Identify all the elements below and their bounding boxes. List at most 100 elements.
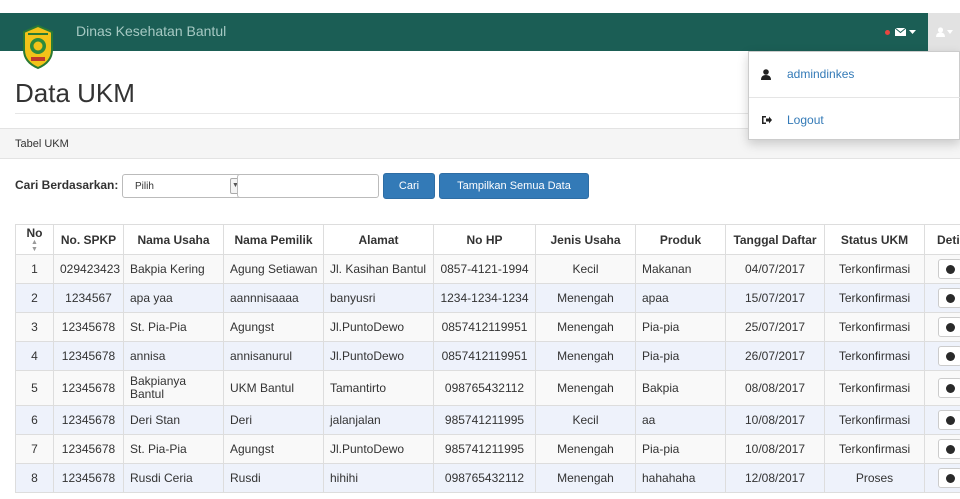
cell-no: 1: [15, 254, 54, 284]
table-row: 6 12345678 Deri Stan Deri jalanjalan 985…: [15, 405, 960, 435]
cell-no: 4: [15, 341, 54, 371]
cell-spkp: 029423423: [53, 254, 124, 284]
cell-tanggal-daftar: 15/07/2017: [725, 283, 825, 313]
column-header-no-hp[interactable]: No HP: [433, 224, 536, 255]
cell-alamat: Jl.PuntoDewo: [323, 312, 434, 342]
detail-button[interactable]: [938, 468, 960, 488]
cell-tanggal-daftar: 25/07/2017: [725, 312, 825, 342]
cell-nama-pemilik: Rusdi: [223, 463, 324, 493]
cell-alamat: jalanjalan: [323, 405, 434, 435]
show-all-button[interactable]: Tampilkan Semua Data: [439, 173, 589, 199]
search-button[interactable]: Cari: [383, 173, 435, 199]
detail-button[interactable]: [938, 317, 960, 337]
cell-produk: Pia-pia: [635, 434, 726, 464]
eye-icon: [946, 294, 955, 303]
cell-produk: aa: [635, 405, 726, 435]
sign-out-icon: [761, 116, 772, 124]
dropdown-item-profile[interactable]: admindinkes: [749, 54, 960, 94]
sort-icon: ▲ ▼: [31, 238, 38, 253]
cell-alamat: Jl. Kasihan Bantul: [323, 254, 434, 284]
user-icon: [761, 68, 771, 80]
column-header-produk[interactable]: Produk: [635, 224, 726, 255]
notification-dot: [884, 29, 890, 35]
cell-spkp: 12345678: [53, 434, 124, 464]
caret-down-icon: [908, 30, 916, 34]
cell-detil: [924, 405, 960, 435]
column-header-jenis-usaha[interactable]: Jenis Usaha: [535, 224, 636, 255]
cell-nama-usaha: Deri Stan: [123, 405, 224, 435]
bantul-logo: [23, 24, 53, 70]
cell-no: 2: [15, 283, 54, 313]
cell-no-hp: 985741211995: [433, 434, 536, 464]
cell-jenis-usaha: Menengah: [535, 283, 636, 313]
cell-no: 7: [15, 434, 54, 464]
column-header-spkp[interactable]: No. SPKP: [53, 224, 124, 255]
eye-icon: [946, 323, 955, 332]
cell-jenis-usaha: Menengah: [535, 341, 636, 371]
cell-detil: [924, 434, 960, 464]
cell-detil: [924, 254, 960, 284]
detail-button[interactable]: [938, 259, 960, 279]
column-header-status-ukm[interactable]: Status UKM: [824, 224, 925, 255]
dropdown-item-logout[interactable]: Logout: [749, 100, 960, 140]
cell-tanggal-daftar: 04/07/2017: [725, 254, 825, 284]
column-header-no[interactable]: No ▲ ▼: [15, 224, 54, 255]
cell-status-ukm: Terkonfirmasi: [824, 341, 925, 371]
cell-status-ukm: Terkonfirmasi: [824, 434, 925, 464]
eye-icon: [946, 445, 955, 454]
cell-nama-pemilik: annisanurul: [223, 341, 324, 371]
select-value: Pilih: [135, 181, 154, 192]
cell-no: 6: [15, 405, 54, 435]
cell-nama-usaha: St. Pia-Pia: [123, 434, 224, 464]
cell-produk: Makanan: [635, 254, 726, 284]
detail-button[interactable]: [938, 410, 960, 430]
detail-button[interactable]: [938, 439, 960, 459]
cell-spkp: 12345678: [53, 405, 124, 435]
cell-tanggal-daftar: 08/08/2017: [725, 370, 825, 406]
column-header-alamat[interactable]: Alamat: [323, 224, 434, 255]
eye-icon: [946, 474, 955, 483]
messages-dropdown-toggle[interactable]: [872, 13, 928, 51]
cell-produk: Pia-pia: [635, 341, 726, 371]
table-row: 2 1234567 apa yaa aannnisaaaa banyusri 1…: [15, 283, 960, 313]
cell-jenis-usaha: Menengah: [535, 370, 636, 406]
table-row: 4 12345678 annisa annisanurul Jl.PuntoDe…: [15, 341, 960, 371]
search-field-select[interactable]: Pilih ▼: [122, 174, 245, 198]
detail-button[interactable]: [938, 378, 960, 398]
page-title: Data UKM: [15, 78, 135, 108]
column-header-nama-pemilik[interactable]: Nama Pemilik: [223, 224, 324, 255]
cell-no-hp: 0857412119951: [433, 341, 536, 371]
cell-nama-usaha: Bakpianya Bantul: [123, 370, 224, 406]
cell-tanggal-daftar: 10/08/2017: [725, 405, 825, 435]
navbar: Dinas Kesehatan Bantul: [0, 13, 960, 51]
dropdown-username: admindinkes: [787, 67, 855, 81]
column-header-nama-usaha[interactable]: Nama Usaha: [123, 224, 224, 255]
brand-title[interactable]: Dinas Kesehatan Bantul: [76, 23, 226, 39]
detail-button[interactable]: [938, 346, 960, 366]
cell-nama-pemilik: Agung Setiawan: [223, 254, 324, 284]
table-row: 8 12345678 Rusdi Ceria Rusdi hihihi 0987…: [15, 463, 960, 493]
search-input[interactable]: [237, 174, 379, 198]
cell-detil: [924, 341, 960, 371]
cell-spkp: 12345678: [53, 463, 124, 493]
cell-spkp: 1234567: [53, 283, 124, 313]
cell-no-hp: 0857-4121-1994: [433, 254, 536, 284]
cell-alamat: Jl.PuntoDewo: [323, 341, 434, 371]
cell-tanggal-daftar: 12/08/2017: [725, 463, 825, 493]
cell-detil: [924, 370, 960, 406]
cell-alamat: hihihi: [323, 463, 434, 493]
cell-alamat: Tamantirto: [323, 370, 434, 406]
cell-alamat: Jl.PuntoDewo: [323, 434, 434, 464]
cell-jenis-usaha: Menengah: [535, 434, 636, 464]
cell-produk: hahahaha: [635, 463, 726, 493]
cell-tanggal-daftar: 10/08/2017: [725, 434, 825, 464]
table-header-row: No ▲ ▼ No. SPKP Nama Usaha Nama Pemilik Al…: [15, 224, 960, 255]
user-dropdown-toggle[interactable]: [928, 13, 960, 51]
detail-button[interactable]: [938, 288, 960, 308]
dropdown-logout-label: Logout: [787, 113, 824, 127]
cell-no-hp: 0857412119951: [433, 312, 536, 342]
cell-spkp: 12345678: [53, 312, 124, 342]
cell-produk: Pia-pia: [635, 312, 726, 342]
cell-nama-pemilik: UKM Bantul: [223, 370, 324, 406]
column-header-tanggal-daftar[interactable]: Tanggal Daftar: [725, 224, 825, 255]
